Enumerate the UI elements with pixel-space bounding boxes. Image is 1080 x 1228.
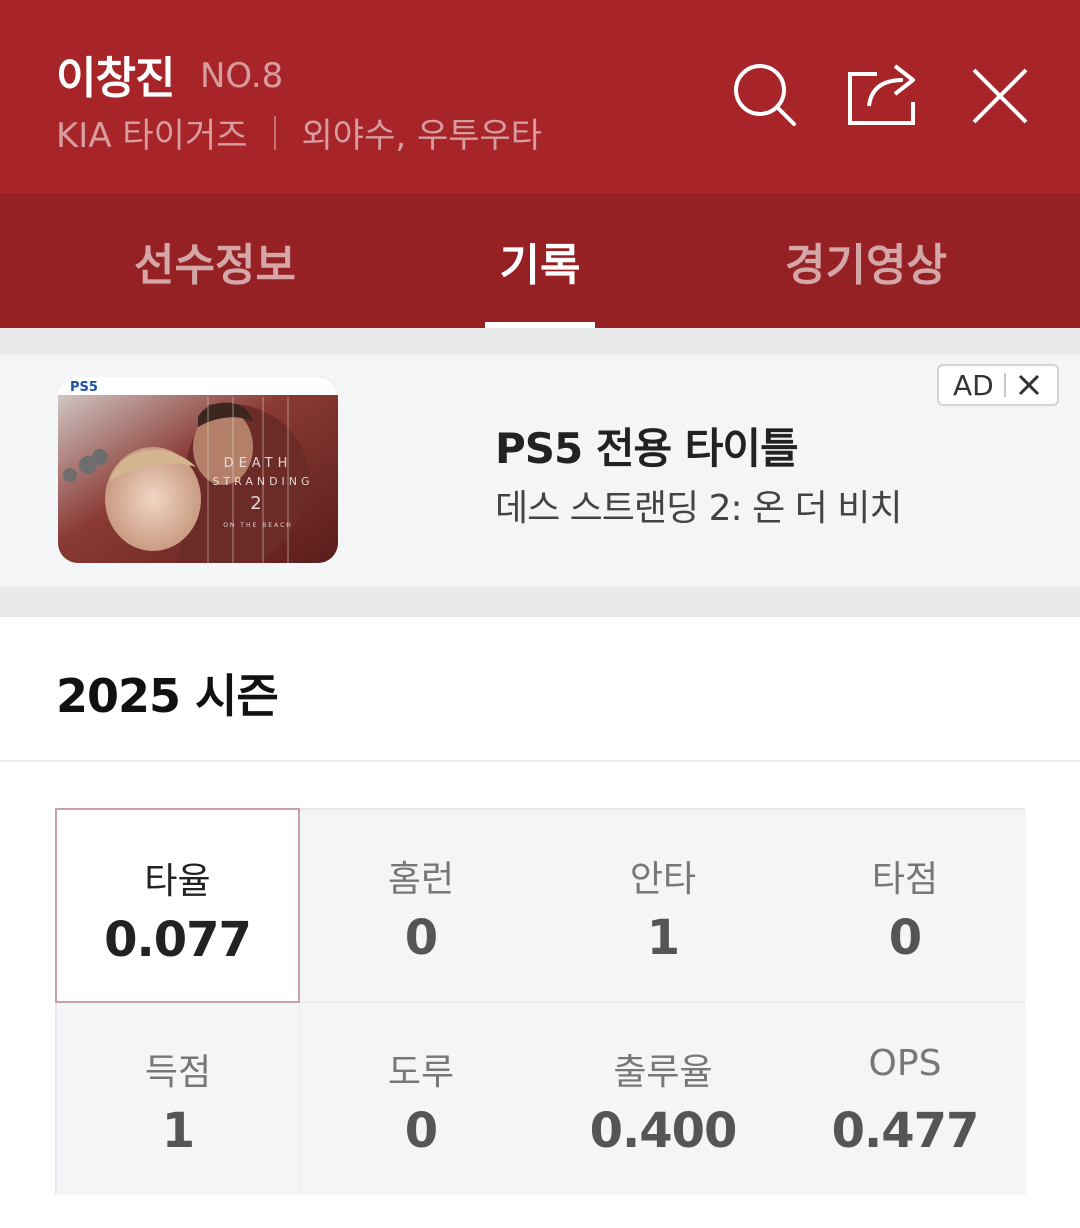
- ad-image-title-line1: DEATH: [224, 456, 293, 471]
- stat-value: 0: [888, 910, 922, 966]
- ad-game-image[interactable]: PS5 DEATH STRANDING 2 ON THE BEACH: [58, 377, 338, 563]
- search-icon[interactable]: [730, 60, 800, 130]
- ad-description[interactable]: 데스 스트랜딩 2: 온 더 비치: [495, 479, 902, 531]
- player-position: 외야수, 우투우타: [301, 116, 543, 156]
- stat-value: 1: [161, 1103, 195, 1159]
- player-team: KIA 타이거즈: [56, 116, 248, 156]
- player-number: NO.8: [200, 56, 284, 96]
- section-gap: [0, 587, 1080, 617]
- ad-image-title-number: 2: [250, 493, 261, 514]
- season-title: 2025 시즌: [56, 669, 279, 723]
- stats-grid: 타율 0.077 홈런 0 안타 1 타점 0 득점 1 도루 0 출루율 0.…: [55, 808, 1026, 1195]
- meta-divider: [273, 115, 276, 150]
- ad-image-platform: PS5: [70, 380, 98, 395]
- stat-ops[interactable]: OPS 0.477: [784, 1003, 1026, 1195]
- stat-value: 0: [404, 1103, 438, 1159]
- player-meta: KIA 타이거즈 외야수, 우투우타: [56, 108, 542, 157]
- stat-label: 타점: [871, 859, 939, 900]
- ad-badge-divider: [1003, 373, 1006, 397]
- player-header: 이창진 NO.8 KIA 타이거즈 외야수, 우투우타: [0, 0, 1080, 193]
- ad-label: AD: [953, 368, 994, 402]
- close-icon[interactable]: [966, 60, 1036, 130]
- ad-image-subtitle: ON THE BEACH: [223, 522, 293, 529]
- stat-on-base-percentage[interactable]: 출루율 0.400: [542, 1003, 784, 1195]
- ad-close-icon[interactable]: [1014, 370, 1044, 400]
- stat-label: OPS: [868, 1043, 942, 1084]
- stat-value: 0.400: [589, 1103, 738, 1159]
- share-icon[interactable]: [847, 60, 917, 130]
- stat-label: 출루율: [613, 1052, 713, 1093]
- player-name: 이창진: [56, 53, 175, 104]
- tab-player-info[interactable]: 선수정보: [65, 193, 365, 328]
- ad-title[interactable]: PS5 전용 타이틀: [495, 415, 799, 476]
- tab-records[interactable]: 기록: [390, 193, 690, 328]
- ad-badge: AD: [937, 364, 1059, 406]
- stat-batting-average[interactable]: 타율 0.077: [55, 808, 300, 1003]
- stat-rbi[interactable]: 타점 0: [784, 810, 1026, 1002]
- stat-label: 안타: [629, 859, 697, 900]
- stat-value: 0.477: [831, 1103, 980, 1159]
- stat-label: 득점: [144, 1052, 212, 1093]
- tab-game-videos[interactable]: 경기영상: [716, 193, 1016, 328]
- stat-value: 0.077: [104, 912, 252, 968]
- stat-hits[interactable]: 안타 1: [542, 810, 784, 1002]
- section-gap: [0, 328, 1080, 355]
- stat-value: 0: [404, 910, 438, 966]
- stat-home-runs[interactable]: 홈런 0: [300, 810, 542, 1002]
- stat-runs[interactable]: 득점 1: [57, 1003, 299, 1195]
- tab-bar: 선수정보 기록 경기영상: [0, 193, 1080, 328]
- stat-stolen-bases[interactable]: 도루 0: [300, 1003, 542, 1195]
- section-divider: [0, 760, 1080, 762]
- stat-label: 도루: [387, 1052, 455, 1093]
- stat-label: 홈런: [387, 859, 455, 900]
- stat-label: 타율: [144, 861, 211, 902]
- stat-value: 1: [646, 910, 680, 966]
